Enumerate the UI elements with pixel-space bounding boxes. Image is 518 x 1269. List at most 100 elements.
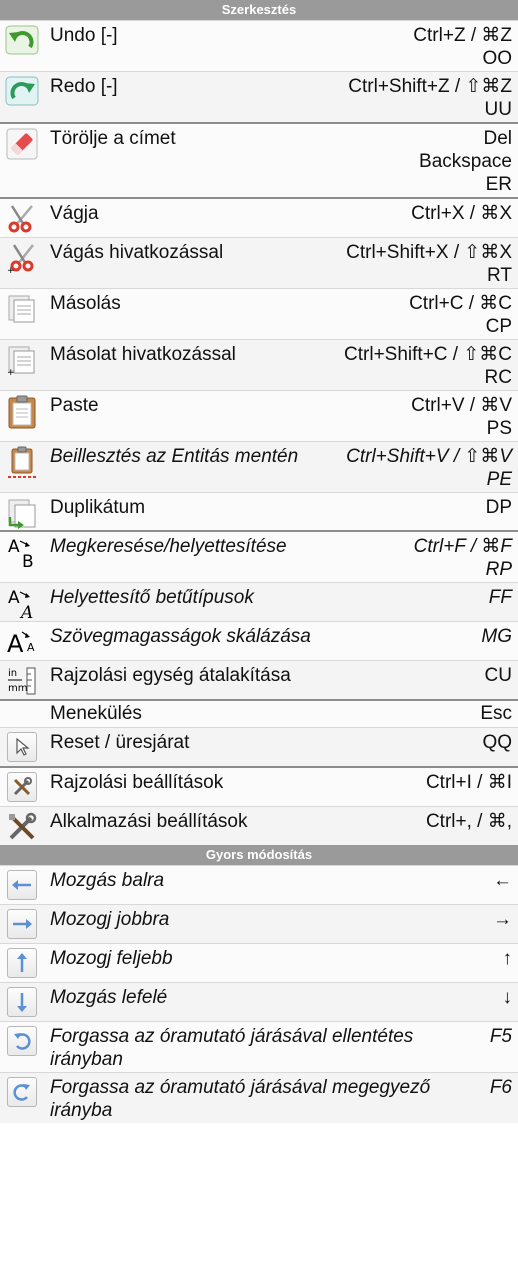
menu-item-escape[interactable]: Menekülés Esc: [0, 699, 518, 727]
menu-item-cut[interactable]: Vágja Ctrl+X / ⌘X: [0, 197, 518, 237]
menu-item-reset-idle[interactable]: Reset / üresjárat QQ: [0, 727, 518, 766]
menu-item-copy[interactable]: Másolás Ctrl+C / ⌘C CP: [0, 288, 518, 339]
menu-item-erase-title[interactable]: Törölje a címet Del Backspace ER: [0, 122, 518, 197]
menu-item-rotate-cw[interactable]: Forgassa az óramutató járásával megegyez…: [0, 1072, 518, 1123]
duplicate-icon: [0, 493, 44, 530]
menu-item-move-right[interactable]: Mozogj jobbra →: [0, 904, 518, 943]
svg-text:in: in: [8, 668, 17, 679]
item-label: Másolás: [50, 293, 121, 314]
menu-item-paste[interactable]: Paste Ctrl+V / ⌘V PS: [0, 390, 518, 441]
item-label: Megkeresése/helyettesítése: [50, 536, 287, 557]
menu-item-paste-along-entity[interactable]: Beillesztés az Entitás mentén Ctrl+Shift…: [0, 441, 518, 492]
arrow-down-icon: [0, 983, 44, 1021]
item-shortcut: Ctrl+V / ⌘V PS: [411, 395, 512, 439]
item-shortcut: DP: [485, 497, 512, 518]
menu-item-rotate-ccw[interactable]: Forgassa az óramutató járásával ellentét…: [0, 1021, 518, 1072]
scissors-icon: [0, 199, 44, 237]
menu-item-find-replace[interactable]: AB Megkeresése/helyettesítése Ctrl+F / ⌘…: [0, 530, 518, 582]
item-shortcut: Ctrl+Shift+C / ⇧⌘C RC: [344, 344, 512, 388]
svg-text:A: A: [27, 641, 35, 654]
item-label: Beillesztés az Entitás mentén: [50, 446, 299, 467]
menu-item-cut-reference[interactable]: + Vágás hivatkozással Ctrl+Shift+X / ⇧⌘X…: [0, 237, 518, 288]
app-settings-icon: [0, 807, 44, 845]
item-label: Vágás hivatkozással: [50, 242, 224, 263]
arrow-left-icon: [0, 866, 44, 904]
rotate-ccw-icon: [0, 1022, 44, 1072]
menu-item-scale-text-heights[interactable]: AA Szövegmagasságok skálázása MG: [0, 621, 518, 660]
item-label: Mozgás lefelé: [50, 987, 168, 1008]
arrow-up-icon: [0, 944, 44, 982]
item-label: Redo [-]: [50, 76, 118, 97]
item-shortcut: Del Backspace ER: [419, 128, 512, 195]
item-shortcut: CU: [484, 665, 512, 686]
menu-item-convert-drawing-units[interactable]: in mm Rajzolási egység átalakítása CU: [0, 660, 518, 699]
item-shortcut: Ctrl+Shift+V / ⇧⌘V PE: [346, 446, 512, 490]
item-label: Alkalmazási beállítások: [50, 811, 248, 832]
item-shortcut: ↑: [502, 948, 513, 969]
item-label: Szövegmagasságok skálázása: [50, 626, 311, 647]
svg-text:A: A: [7, 630, 24, 658]
item-shortcut: MG: [481, 626, 512, 647]
menu-item-move-left[interactable]: Mozgás balra ←: [0, 865, 518, 904]
item-shortcut: Ctrl+Shift+Z / ⇧⌘Z UU: [348, 76, 512, 120]
item-label: Mozgás balra: [50, 870, 165, 891]
clipboard-path-icon: [0, 442, 44, 492]
item-shortcut: ↓: [502, 987, 513, 1008]
scissors-ref-icon: +: [0, 238, 44, 288]
item-label: Helyettesítő betűtípusok: [50, 587, 254, 608]
svg-text:A: A: [8, 537, 20, 557]
eraser-icon: [0, 124, 44, 197]
item-label: Forgassa az óramutató járásával megegyez…: [50, 1077, 431, 1121]
item-label: Reset / üresjárat: [50, 732, 190, 753]
item-label: Undo [-]: [50, 25, 118, 46]
menu-item-move-down[interactable]: Mozgás lefelé ↓: [0, 982, 518, 1021]
arrow-right-icon: [0, 905, 44, 943]
item-label: Vágja: [50, 203, 99, 224]
cursor-icon: [0, 728, 44, 766]
item-shortcut: F5: [489, 1026, 512, 1047]
svg-text:+: +: [7, 266, 15, 274]
menu-item-undo[interactable]: Undo [-] Ctrl+Z / ⌘Z OO: [0, 20, 518, 71]
menu-item-redo[interactable]: Redo [-] Ctrl+Shift+Z / ⇧⌘Z UU: [0, 71, 518, 122]
item-shortcut: Esc: [480, 703, 512, 724]
item-label: Rajzolási beállítások: [50, 772, 224, 793]
rotate-cw-icon: [0, 1073, 44, 1123]
menu-item-application-settings[interactable]: Alkalmazási beállítások Ctrl+, / ⌘,: [0, 806, 518, 845]
redo-icon: [0, 72, 44, 122]
menu-item-duplicate[interactable]: Duplikátum DP: [0, 492, 518, 530]
menu-item-substitute-fonts[interactable]: AA Helyettesítő betűtípusok FF: [0, 582, 518, 621]
menu-item-drawing-settings[interactable]: Rajzolási beállítások Ctrl+I / ⌘I: [0, 766, 518, 806]
item-label: Rajzolási egység átalakítása: [50, 665, 291, 686]
menu-item-move-up[interactable]: Mozogj feljebb ↑: [0, 943, 518, 982]
copy-ref-icon: +: [0, 340, 44, 390]
shortcut-menu: Szerkesztés Undo [-] Ctrl+Z / ⌘Z OO Redo …: [0, 0, 518, 1123]
svg-text:+: +: [7, 368, 15, 376]
item-label: Paste: [50, 395, 99, 416]
svg-text:mm: mm: [8, 683, 27, 694]
drawing-settings-icon: [0, 768, 44, 806]
menu-item-copy-reference[interactable]: + Másolat hivatkozással Ctrl+Shift+C / ⇧…: [0, 339, 518, 390]
item-label: Menekülés: [50, 703, 142, 724]
svg-text:A: A: [19, 603, 33, 619]
item-shortcut: Ctrl+Shift+X / ⇧⌘X RT: [346, 242, 512, 286]
item-label: Mozogj feljebb: [50, 948, 173, 969]
clipboard-icon: [0, 391, 44, 441]
find-replace-icon: AB: [0, 532, 44, 582]
item-shortcut: QQ: [482, 732, 512, 753]
item-label: Mozogj jobbra: [50, 909, 170, 930]
undo-icon: [0, 21, 44, 71]
text-scale-icon: AA: [0, 622, 44, 660]
unit-convert-icon: in mm: [0, 661, 44, 699]
item-shortcut: ←: [493, 870, 512, 891]
section-header-edit: Szerkesztés: [0, 0, 518, 20]
svg-text:A: A: [8, 588, 20, 608]
item-shortcut: Ctrl+C / ⌘C CP: [409, 293, 512, 337]
item-shortcut: →: [493, 909, 512, 930]
item-shortcut: Ctrl+F / ⌘F RP: [413, 536, 512, 580]
copy-icon: [0, 289, 44, 339]
svg-text:B: B: [22, 552, 34, 568]
item-shortcut: Ctrl+I / ⌘I: [425, 772, 512, 793]
item-label: Törölje a címet: [50, 128, 176, 149]
item-shortcut: Ctrl+X / ⌘X: [411, 203, 512, 224]
section-header-quick-modify: Gyors módosítás: [0, 845, 518, 865]
